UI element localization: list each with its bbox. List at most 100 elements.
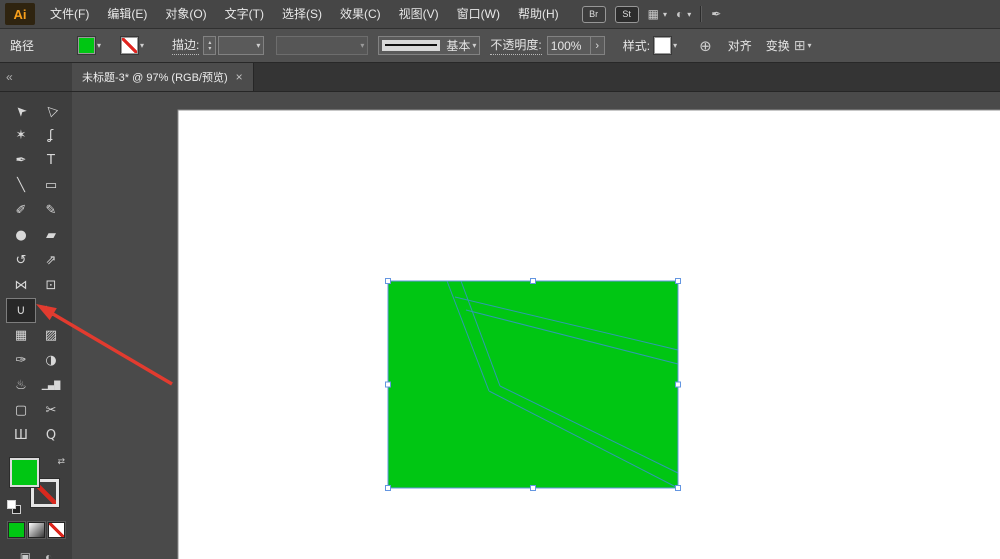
line-segment-icon: ╲ xyxy=(17,178,25,193)
opacity-label[interactable]: 不透明度: xyxy=(490,36,541,55)
brush-definition-dropdown[interactable]: 基本 ▾ xyxy=(378,36,480,55)
shape-builder-icon: ∪ xyxy=(16,303,26,318)
menu-item-select[interactable]: 选择(S) xyxy=(273,0,331,28)
tool-eyedropper[interactable]: ✑ xyxy=(6,348,36,373)
pencil-icon: ✎ xyxy=(46,203,57,218)
screen-mode-button[interactable]: ◐ ▾ xyxy=(676,7,691,21)
stroke-weight-stepper[interactable]: ▴ ▾ xyxy=(203,36,216,55)
app-logo[interactable]: Ai xyxy=(5,3,35,25)
free-transform-icon: ⊡ xyxy=(46,278,57,293)
style-label: 样式: xyxy=(623,37,650,54)
document-tab[interactable]: 未标题-3* @ 97% (RGB/预览) × xyxy=(72,63,254,91)
none-button[interactable] xyxy=(48,522,65,538)
chevron-down-icon: ▾ xyxy=(97,41,101,50)
opacity-input[interactable]: 100% xyxy=(547,36,591,55)
fill-swatch[interactable] xyxy=(10,458,39,487)
lasso-icon: ʆ xyxy=(49,128,53,143)
arrange-documents-icon: ▦ xyxy=(648,7,659,21)
tool-symbol-sprayer[interactable]: ♨ xyxy=(6,373,36,398)
opacity-expander-button[interactable]: › xyxy=(591,36,605,55)
fill-color-dropdown[interactable]: ▾ xyxy=(78,37,101,54)
blend-icon: ◑ xyxy=(45,353,56,368)
tool-artboard[interactable]: ▢ xyxy=(6,398,36,423)
width-profile-dropdown[interactable]: ▾ xyxy=(276,36,368,55)
tool-rotate[interactable]: ↺ xyxy=(6,248,36,273)
style-dropdown[interactable]: ▾ xyxy=(654,37,677,54)
bridge-button[interactable]: Br xyxy=(582,6,606,23)
width-icon: ⋈ xyxy=(15,278,28,293)
default-fill-mini-swatch xyxy=(7,500,16,509)
chevron-down-icon: ▾ xyxy=(256,41,260,50)
tool-rectangle[interactable]: ▭ xyxy=(36,173,66,198)
toolbar-collapse-button[interactable]: « xyxy=(0,63,72,91)
chevron-down-icon: ▾ xyxy=(663,10,667,19)
eraser-icon: ▰ xyxy=(46,228,56,243)
stroke-weight-dropdown[interactable]: ▾ xyxy=(218,36,264,55)
tool-selection[interactable]: ➤ xyxy=(6,98,36,123)
style-swatch xyxy=(654,37,671,54)
menu-item-help[interactable]: 帮助(H) xyxy=(509,0,568,28)
arrange-documents-button[interactable]: ▦ ▾ xyxy=(648,7,667,21)
transform-button[interactable]: 变换 xyxy=(766,37,790,54)
slice-icon: ✂ xyxy=(46,403,57,418)
stock-button[interactable]: St xyxy=(615,6,639,23)
selection-type-label: 路径 xyxy=(10,37,34,54)
tool-scale[interactable]: ⇗ xyxy=(36,248,66,273)
tool-mesh[interactable]: ▦ xyxy=(6,323,36,348)
menu-item-object[interactable]: 对象(O) xyxy=(156,0,215,28)
tool-pen[interactable]: ✒ xyxy=(6,148,36,173)
default-fill-stroke-icon[interactable] xyxy=(7,500,21,514)
tab-close-icon[interactable]: × xyxy=(236,70,243,84)
symbol-sprayer-icon: ♨ xyxy=(15,378,27,393)
tool-blend[interactable]: ◑ xyxy=(36,348,66,373)
column-graph-icon: ▁▄█ xyxy=(42,381,60,390)
menu-item-window[interactable]: 窗口(W) xyxy=(448,0,509,28)
menu-item-view[interactable]: 视图(V) xyxy=(390,0,448,28)
tool-paintbrush[interactable]: ✐ xyxy=(6,198,36,223)
tool-magic-wand[interactable]: ✶ xyxy=(6,123,36,148)
tool-eraser[interactable]: ▰ xyxy=(36,223,66,248)
stroke-weight-label[interactable]: 描边: xyxy=(172,36,199,55)
tool-shape-builder[interactable]: ∪ xyxy=(6,298,36,323)
stroke-none-swatch xyxy=(121,37,138,54)
swap-fill-stroke-icon[interactable]: ⇄ xyxy=(57,456,65,467)
chevron-down-icon: ▾ xyxy=(360,41,364,50)
rectangle-icon: ▭ xyxy=(45,178,57,193)
tool-slice[interactable]: ✂ xyxy=(36,398,66,423)
menubar-items: 文件(F)编辑(E)对象(O)文字(T)选择(S)效果(C)视图(V)窗口(W)… xyxy=(41,0,568,28)
tool-free-transform[interactable]: ⊡ xyxy=(36,273,66,298)
stepper-down-icon[interactable]: ▾ xyxy=(208,46,211,52)
tool-width[interactable]: ⋈ xyxy=(6,273,36,298)
tool-zoom[interactable]: Q xyxy=(36,423,66,448)
align-button[interactable]: 对齐 xyxy=(728,37,752,54)
canvas-pasteboard[interactable] xyxy=(72,92,1000,559)
tool-column-graph[interactable]: ▁▄█ xyxy=(36,373,66,398)
mesh-icon: ▦ xyxy=(15,328,27,343)
tool-gradient[interactable]: ▨ xyxy=(36,323,66,348)
color-button[interactable] xyxy=(8,522,25,538)
menu-item-effect[interactable]: 效果(C) xyxy=(331,0,390,28)
tool-pencil[interactable]: ✎ xyxy=(36,198,66,223)
transform-grid-icon: ⊞ xyxy=(794,37,806,54)
gradient-button[interactable] xyxy=(28,522,45,538)
perspective-grid-icon: ◺ xyxy=(46,303,56,318)
workspace-pen-icon[interactable]: ✒ xyxy=(711,7,721,21)
menu-item-edit[interactable]: 编辑(E) xyxy=(98,0,156,28)
paintbrush-icon: ✐ xyxy=(16,203,27,218)
stroke-color-dropdown[interactable]: ▾ xyxy=(121,37,144,54)
tool-blob-brush[interactable]: ● xyxy=(6,223,36,248)
globe-icon[interactable]: ⊕ xyxy=(699,37,712,55)
tool-perspective-grid[interactable]: ◺ xyxy=(36,298,66,323)
screen-mode-toggle-icon[interactable]: ◐ xyxy=(45,550,52,559)
tool-type[interactable]: T xyxy=(36,148,66,173)
tool-hand[interactable]: Ш xyxy=(6,423,36,448)
drawing-mode-icon[interactable]: ▣ xyxy=(20,550,31,559)
tool-lasso[interactable]: ʆ xyxy=(36,123,66,148)
bottom-mode-buttons: ▣ ◐ xyxy=(0,550,72,559)
menu-item-file[interactable]: 文件(F) xyxy=(41,0,98,28)
chevron-down-icon: ▾ xyxy=(140,41,144,50)
menu-item-type[interactable]: 文字(T) xyxy=(216,0,273,28)
toolbar-tools: ➤▷✶ ʆ ✒T ╲ ▭ ✐ ✎ ● ▰ ↺⇗ ⋈ ⊡ ∪ ◺ ▦ ▨✑ ◑ ♨ ▁▄█ ▢ ✂ ШQ xyxy=(0,98,72,448)
tool-line-segment[interactable]: ╲ xyxy=(6,173,36,198)
tool-direct-selection[interactable]: ▷ xyxy=(36,98,66,123)
